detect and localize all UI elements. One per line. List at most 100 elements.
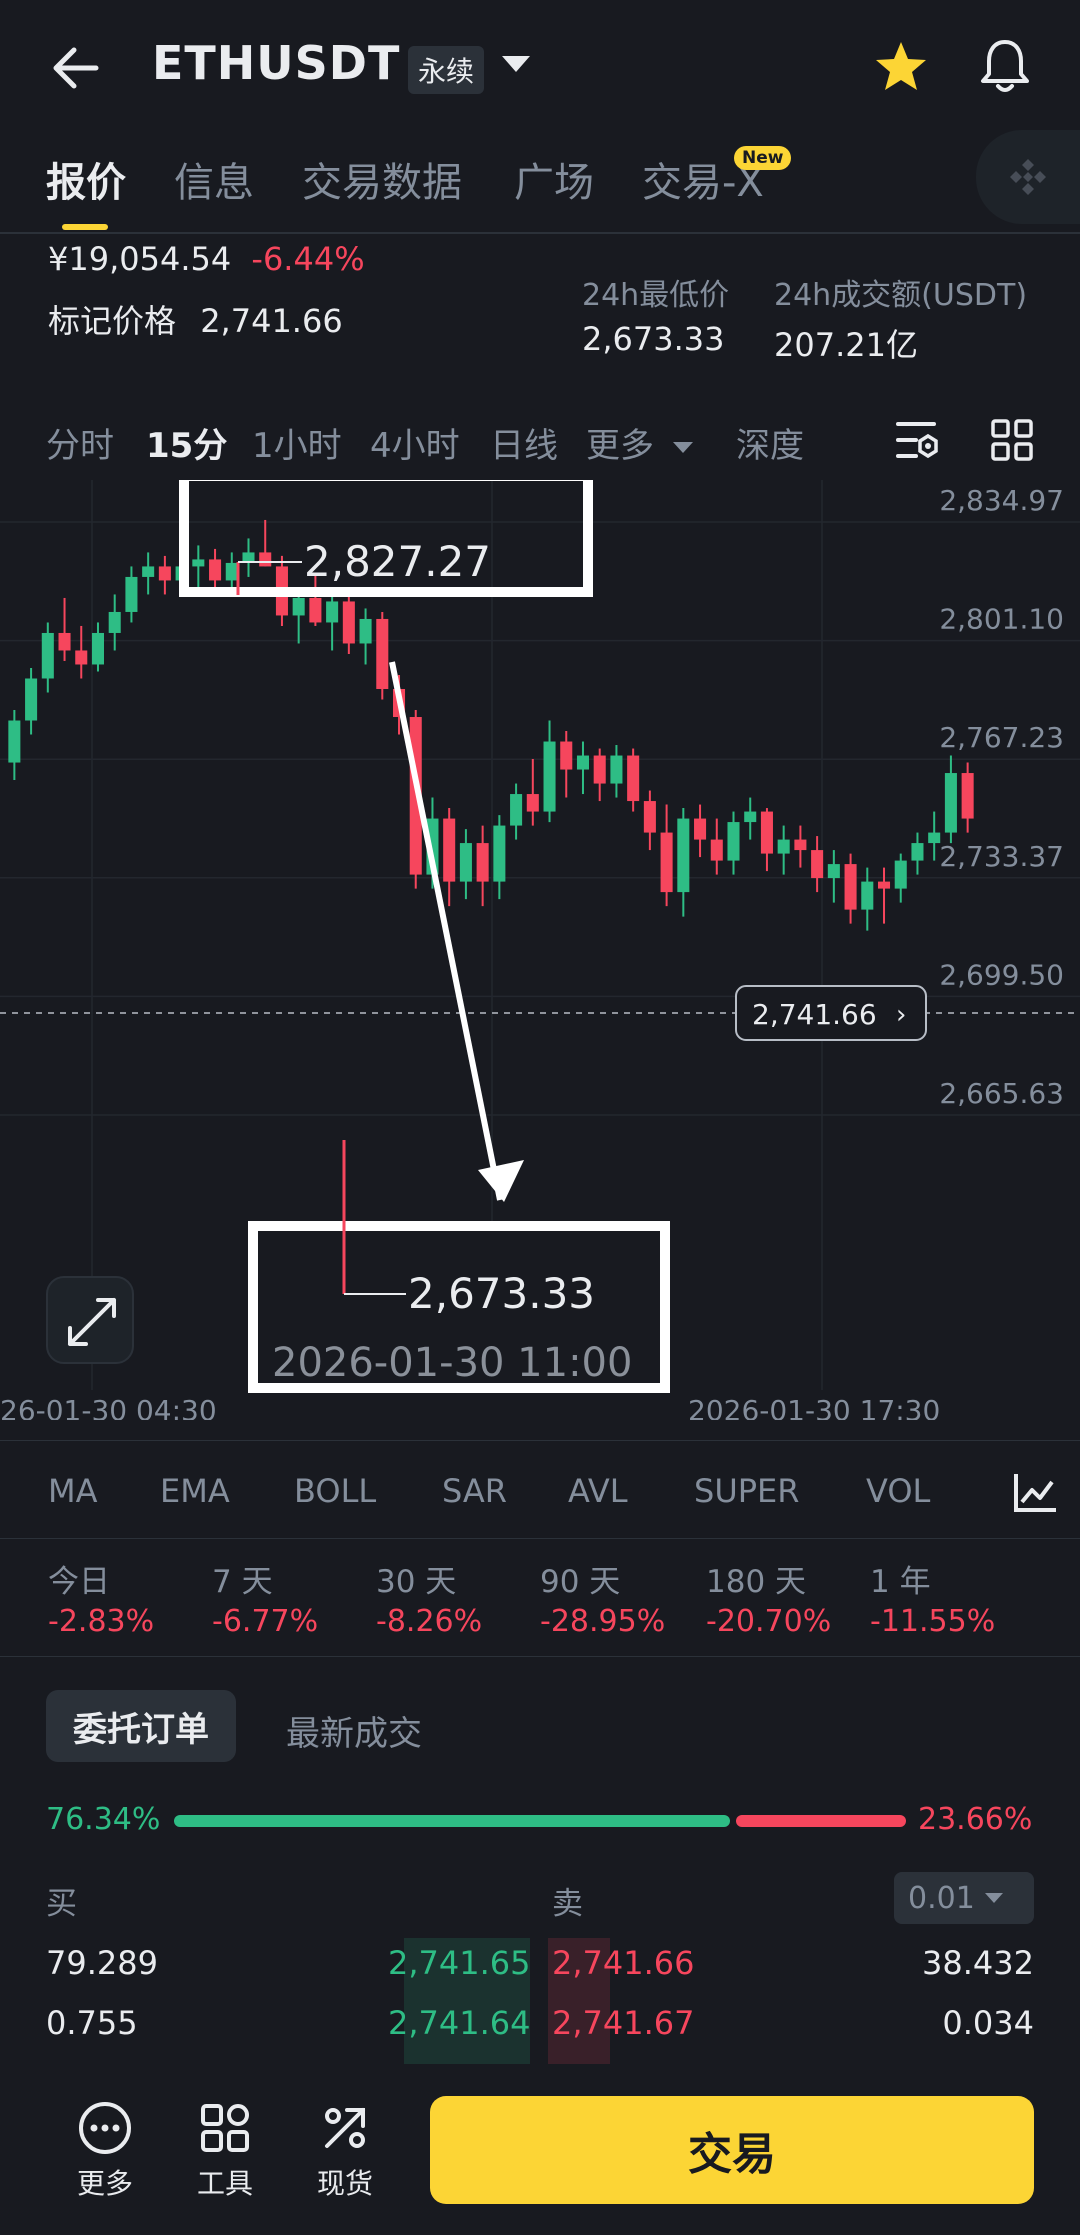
y-tick-label: 2,767.23	[939, 721, 1064, 754]
y-tick-label: 2,834.97	[939, 484, 1064, 517]
spot-switch-icon	[325, 2108, 365, 2148]
indicator-ema[interactable]: EMA	[160, 1472, 230, 1510]
indicator-avl[interactable]: AVL	[568, 1472, 628, 1510]
y-tick-label: 2,665.63	[939, 1077, 1064, 1110]
tabs-divider	[0, 232, 1080, 234]
ask-price[interactable]: 2,741.67	[552, 2004, 695, 2042]
buy-ratio-text: 76.34%	[46, 1802, 161, 1837]
tf-more-label: 更多	[586, 426, 654, 466]
mark-price-label: 标记价格	[48, 302, 177, 340]
tab-quote[interactable]: 报价	[46, 150, 126, 208]
chart-settings-icon[interactable]	[894, 418, 942, 462]
candle-body	[593, 755, 606, 784]
candle-body	[125, 576, 138, 612]
period-label: 7 天	[212, 1564, 273, 1600]
period-label: 30 天	[376, 1564, 457, 1600]
tools-label: 工具	[196, 2167, 253, 2200]
candle-body	[844, 864, 857, 910]
low-annotation: 2,673.33 2026-01-30 11:00	[248, 1140, 670, 1393]
tf-timeline[interactable]: 分时	[46, 418, 114, 467]
contract-type-badge: 永续	[408, 46, 485, 94]
high-annotation-text: 2,827.27	[304, 537, 491, 586]
candle-body	[894, 860, 907, 889]
sell-ratio-bar	[736, 1815, 906, 1827]
candle-body	[710, 839, 723, 861]
symbol-title[interactable]: ETHUSDT	[152, 36, 400, 90]
ask-qty: 0.034	[942, 2004, 1034, 2042]
back-arrow-icon[interactable]	[48, 40, 104, 96]
tab-trading-data[interactable]: 交易数据	[302, 150, 462, 208]
star-icon[interactable]	[872, 38, 930, 96]
indicator-settings-icon[interactable]	[1012, 1470, 1058, 1514]
precision-select[interactable]: 0.01	[894, 1872, 1034, 1924]
volume-label: 24h成交额(USDT)	[774, 278, 1028, 313]
binance-logo-button[interactable]	[976, 130, 1080, 224]
period-value: -6.77%	[212, 1604, 319, 1639]
candle-body	[961, 773, 974, 819]
candle-body	[209, 559, 222, 581]
tools-grid-icon	[201, 2104, 249, 2152]
candle-body	[811, 850, 824, 879]
low-label: 24h最低价	[582, 278, 730, 313]
grid-layout-icon[interactable]	[990, 418, 1034, 462]
triangle-down-icon	[984, 1893, 1003, 1903]
expand-icon	[68, 1298, 116, 1346]
candle-body	[259, 552, 272, 567]
triangle-down-icon	[672, 442, 693, 453]
tab-square[interactable]: 广场	[514, 150, 594, 208]
bid-qty: 79.289	[46, 1944, 158, 1982]
candle-body	[526, 794, 539, 812]
tab-info[interactable]: 信息	[174, 150, 254, 208]
fullscreen-button[interactable]	[46, 1276, 134, 1364]
candle-body	[58, 632, 71, 651]
current-price-tag[interactable]: 2,741.66 ›	[735, 985, 927, 1041]
tab-order-book[interactable]: 委托订单	[46, 1690, 236, 1762]
tf-1h[interactable]: 1小时	[252, 418, 342, 467]
bell-icon[interactable]	[976, 36, 1034, 96]
candle-body	[476, 843, 489, 882]
period-value: -11.55%	[870, 1604, 996, 1639]
tools-button[interactable]: 工具	[180, 2100, 270, 2202]
trade-button[interactable]: 交易	[430, 2096, 1034, 2204]
candle-body	[292, 597, 305, 616]
candle-body	[41, 632, 54, 679]
candle-body	[326, 601, 339, 623]
candlestick-chart[interactable]: 2,834.97 2,801.10 2,767.23 2,733.37 2,699.50…	[0, 480, 1080, 1420]
low-annotation-time: 2026-01-30 11:00	[272, 1340, 632, 1386]
indicator-boll[interactable]: BOLL	[294, 1472, 376, 1510]
bid-price[interactable]: 2,741.65	[388, 1944, 531, 1982]
y-tick-label: 2,699.50	[939, 958, 1064, 991]
indicator-ma[interactable]: MA	[48, 1472, 98, 1510]
period-label: 180 天	[706, 1564, 807, 1600]
candle-body	[576, 755, 590, 770]
indicator-super[interactable]: SUPER	[694, 1472, 799, 1510]
tf-depth[interactable]: 深度	[736, 418, 804, 467]
indicator-vol[interactable]: VOL	[866, 1472, 930, 1510]
chevron-down-icon[interactable]	[502, 56, 530, 72]
sell-header: 卖	[552, 1886, 583, 1922]
candle-body	[727, 822, 740, 861]
chevron-right-icon: ›	[896, 1000, 906, 1030]
period-value: -20.70%	[706, 1604, 832, 1639]
more-button[interactable]: 更多	[60, 2100, 150, 2202]
candle-body	[560, 741, 573, 770]
indicator-sar[interactable]: SAR	[442, 1472, 507, 1510]
x-tick-label: 26-01-30 04:30	[0, 1394, 217, 1420]
ask-price[interactable]: 2,741.66	[552, 1944, 695, 1982]
tab-latest-trades[interactable]: 最新成交	[286, 1706, 422, 1755]
candle-body	[225, 562, 238, 581]
tf-daily[interactable]: 日线	[490, 418, 558, 467]
tf-more[interactable]: 更多	[586, 418, 693, 467]
candle-body	[510, 794, 523, 826]
candle-body	[643, 801, 656, 833]
cny-value: ¥19,054.54	[48, 240, 232, 278]
candle-body	[8, 720, 21, 763]
spot-button[interactable]: 现货	[300, 2100, 390, 2202]
tf-4h[interactable]: 4小时	[370, 418, 460, 467]
candle-body	[827, 864, 840, 879]
period-label: 1 年	[870, 1564, 931, 1600]
bid-price[interactable]: 2,741.64	[388, 2004, 531, 2042]
period-label: 今日	[48, 1564, 110, 1600]
candle-body	[91, 632, 105, 665]
tf-15m[interactable]: 15分	[146, 418, 227, 467]
